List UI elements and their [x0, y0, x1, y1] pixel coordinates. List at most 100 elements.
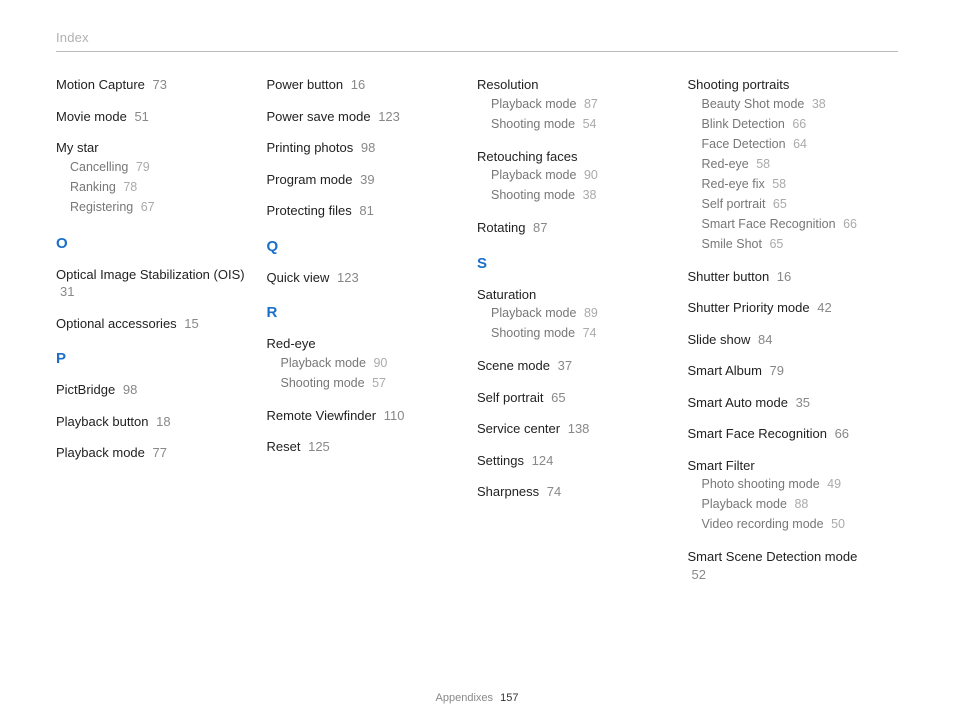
index-entry[interactable]: Rotating 87 [477, 219, 668, 237]
index-entry-label: Playback mode [56, 445, 145, 460]
index-sub-entry[interactable]: Face Detection 64 [702, 134, 879, 154]
index-sub-page: 74 [583, 326, 597, 340]
index-entry-label: Reset [267, 439, 301, 454]
index-letter-header: S [477, 255, 668, 272]
index-sub-label: Playback mode [702, 497, 787, 511]
index-sub-entry[interactable]: Photo shooting mode 49 [702, 474, 879, 494]
index-sub-label: Video recording mode [702, 517, 824, 531]
index-entry-label: Power save mode [267, 109, 371, 124]
index-entry[interactable]: Printing photos 98 [267, 139, 458, 157]
index-sub-page: 38 [812, 97, 826, 111]
index-letter-header: R [267, 304, 458, 321]
index-entry[interactable]: Playback button 18 [56, 413, 247, 431]
index-sub-entry[interactable]: Playback mode 89 [491, 303, 668, 323]
index-group-title: Retouching faces [477, 148, 668, 166]
index-entry[interactable]: Remote Viewfinder 110 [267, 407, 458, 425]
index-sub-entry[interactable]: Self portrait 65 [702, 194, 879, 214]
index-entry[interactable]: Protecting files 81 [267, 202, 458, 220]
footer-page: 157 [500, 692, 518, 704]
index-entry[interactable]: Smart Auto mode 35 [688, 394, 879, 412]
index-entry[interactable]: Playback mode 77 [56, 444, 247, 462]
index-entry[interactable]: Movie mode 51 [56, 108, 247, 126]
index-group: Red-eyePlayback mode 90Shooting mode 57 [267, 335, 458, 393]
index-sub-entry[interactable]: Playback mode 90 [491, 165, 668, 185]
index-sub-label: Photo shooting mode [702, 477, 820, 491]
index-sub-entry[interactable]: Beauty Shot mode 38 [702, 94, 879, 114]
index-entry[interactable]: Program mode 39 [267, 171, 458, 189]
index-entry-label: Printing photos [267, 140, 354, 155]
index-sub-entry[interactable]: Smile Shot 65 [702, 234, 879, 254]
index-sub-entry[interactable]: Shooting mode 38 [491, 185, 668, 205]
index-entry-page: 73 [153, 77, 167, 92]
index-sub-label: Ranking [70, 180, 116, 194]
index-sub-entry[interactable]: Playback mode 90 [281, 353, 458, 373]
index-entry[interactable]: Motion Capture 73 [56, 76, 247, 94]
index-sub-page: 58 [756, 157, 770, 171]
index-entry-page: 81 [359, 203, 373, 218]
index-entry[interactable]: Shutter Priority mode 42 [688, 299, 879, 317]
index-entry-label: Self portrait [477, 390, 543, 405]
index-sub-entry[interactable]: Blink Detection 66 [702, 114, 879, 134]
index-entry[interactable]: Smart Face Recognition 66 [688, 425, 879, 443]
index-entry-label: Slide show [688, 332, 751, 347]
index-sub-label: Blink Detection [702, 117, 785, 131]
index-group: ResolutionPlayback mode 87Shooting mode … [477, 76, 668, 134]
index-sub-label: Cancelling [70, 160, 128, 174]
index-sub-page: 49 [827, 477, 841, 491]
index-sub-entry[interactable]: Shooting mode 74 [491, 323, 668, 343]
index-entry[interactable]: Slide show 84 [688, 331, 879, 349]
index-sub-entry[interactable]: Registering 67 [70, 197, 247, 217]
index-entry[interactable]: Shutter button 16 [688, 268, 879, 286]
index-entry[interactable]: Power button 16 [267, 76, 458, 94]
index-sub-label: Face Detection [702, 137, 786, 151]
index-sub-entry[interactable]: Playback mode 87 [491, 94, 668, 114]
index-sub-entry[interactable]: Shooting mode 57 [281, 373, 458, 393]
index-sub-entry[interactable]: Red-eye 58 [702, 154, 879, 174]
index-entry-label: Sharpness [477, 484, 539, 499]
index-entry-page: 39 [360, 172, 374, 187]
index-group: Smart FilterPhoto shooting mode 49Playba… [688, 457, 879, 535]
index-entry[interactable]: Smart Album 79 [688, 362, 879, 380]
index-entry[interactable]: Optical Image Stabilization (OIS) 31 [56, 266, 247, 301]
index-entry[interactable]: Quick view 123 [267, 269, 458, 287]
index-sub-entry[interactable]: Shooting mode 54 [491, 114, 668, 134]
index-entry[interactable]: Reset 125 [267, 438, 458, 456]
index-sub-entry[interactable]: Red-eye fix 58 [702, 174, 879, 194]
index-entry[interactable]: PictBridge 98 [56, 381, 247, 399]
index-group-title: Smart Filter [688, 457, 879, 475]
index-entry-label: Optional accessories [56, 316, 177, 331]
index-entry[interactable]: Sharpness 74 [477, 483, 668, 501]
index-group-title: Saturation [477, 286, 668, 304]
index-entry-label: Optical Image Stabilization (OIS) [56, 267, 245, 282]
index-columns: Motion Capture 73Movie mode 51My starCan… [56, 76, 898, 597]
index-sub-page: 89 [584, 306, 598, 320]
index-sub-entry[interactable]: Cancelling 79 [70, 157, 247, 177]
index-entry[interactable]: Scene mode 37 [477, 357, 668, 375]
index-sub-entry[interactable]: Video recording mode 50 [702, 514, 879, 534]
index-sub-label: Playback mode [491, 97, 576, 111]
index-entry-page: 98 [361, 140, 375, 155]
index-entry[interactable]: Settings 124 [477, 452, 668, 470]
index-entry[interactable]: Optional accessories 15 [56, 315, 247, 333]
index-column: Shooting portraitsBeauty Shot mode 38Bli… [688, 76, 899, 597]
index-sub-entry[interactable]: Playback mode 88 [702, 494, 879, 514]
index-entry-label: Service center [477, 421, 560, 436]
index-entry[interactable]: Self portrait 65 [477, 389, 668, 407]
page-header: Index [56, 30, 898, 52]
index-entry-label: Program mode [267, 172, 353, 187]
index-sub-page: 57 [372, 376, 386, 390]
index-sub-page: 90 [373, 356, 387, 370]
index-entry-page: 123 [378, 109, 400, 124]
index-group: Shooting portraitsBeauty Shot mode 38Bli… [688, 76, 879, 254]
index-entry-page: 84 [758, 332, 772, 347]
index-entry-label: Smart Auto mode [688, 395, 788, 410]
index-sub-entry[interactable]: Ranking 78 [70, 177, 247, 197]
index-entry[interactable]: Power save mode 123 [267, 108, 458, 126]
index-sub-page: 38 [583, 188, 597, 202]
index-sub-label: Shooting mode [491, 326, 575, 340]
index-entry-label: Shutter button [688, 269, 770, 284]
index-entry[interactable]: Service center 138 [477, 420, 668, 438]
index-sub-entry[interactable]: Smart Face Recognition 66 [702, 214, 879, 234]
index-entry-page: 66 [835, 426, 849, 441]
index-entry[interactable]: Smart Scene Detection mode 52 [688, 548, 879, 583]
